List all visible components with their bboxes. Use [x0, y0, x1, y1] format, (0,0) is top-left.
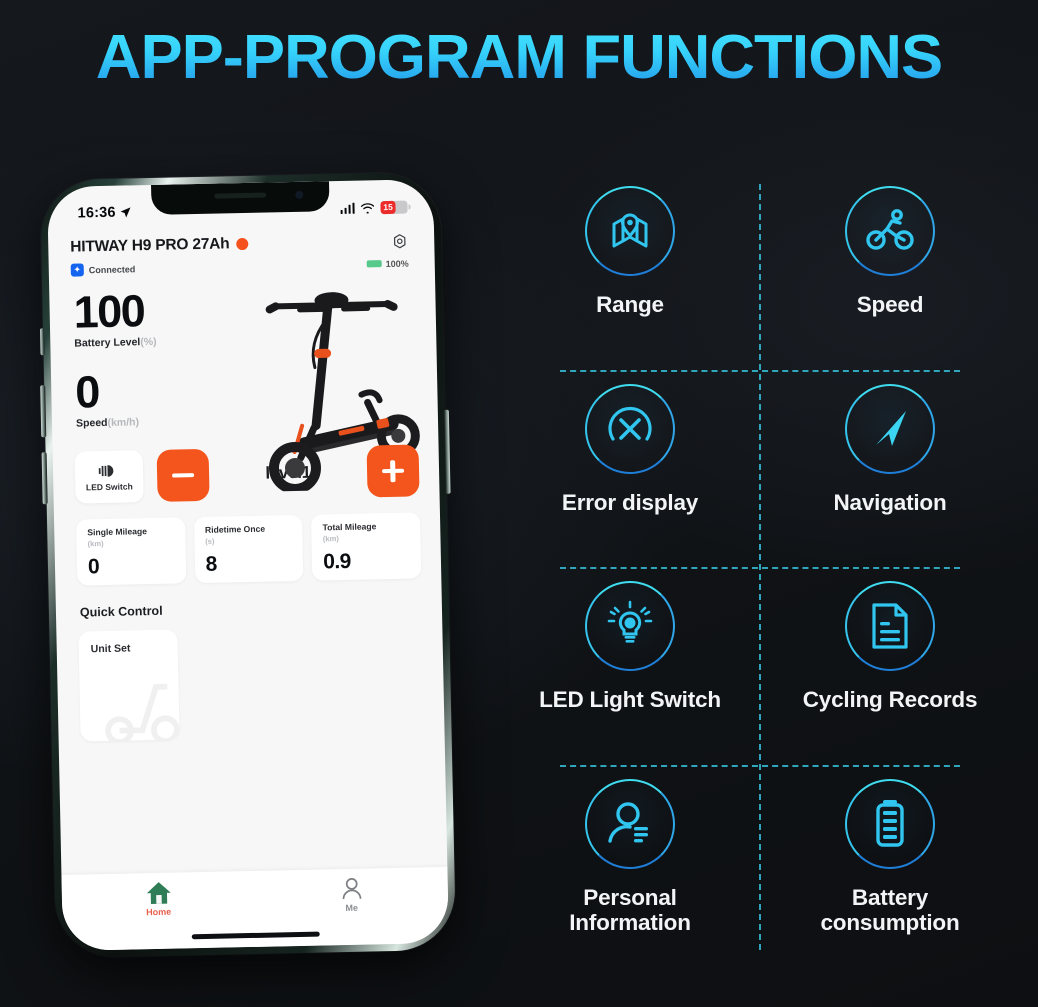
map-pin-icon	[585, 186, 675, 276]
speed-increase-button[interactable]	[366, 444, 420, 498]
feature-label: Cycling Records	[802, 687, 978, 712]
headlight-icon	[98, 464, 114, 477]
feature-label-line1: Battery	[851, 884, 929, 910]
metric-battery-unit: (%)	[140, 335, 157, 349]
phone-notch	[151, 181, 330, 215]
tab-home-label: Home	[146, 906, 172, 918]
status-bar-right: 15	[340, 200, 408, 214]
lightbulb-icon	[585, 581, 675, 671]
wifi-icon	[360, 202, 375, 214]
tab-home[interactable]: Home	[112, 880, 205, 918]
navigation-arrow-icon	[845, 383, 935, 474]
phone-mute-switch[interactable]	[39, 328, 45, 356]
stat-unit: (km)	[322, 534, 339, 544]
page-title: APP-PROGRAM FUNCTIONS	[0, 22, 1038, 93]
feature-label-line2: Information	[569, 909, 691, 935]
device-name: HITWAY H9 PRO 27Ah	[70, 235, 230, 256]
phone-volume-down-button[interactable]	[41, 452, 48, 505]
feature-label: LED Light Switch	[539, 687, 721, 712]
feature-label: Personal Information	[569, 885, 691, 935]
status-battery-icon: 15	[380, 200, 408, 214]
stat-title: Single Mileage	[87, 526, 148, 538]
unit-set-card[interactable]: Unit Set	[78, 629, 180, 742]
feature-label: Range	[596, 292, 664, 317]
earpiece-speaker	[214, 192, 267, 199]
phone-screen: 16:36 15 HITWAY H9 PRO 27Ah ✦ Connected …	[47, 179, 449, 951]
feature-label: Navigation	[833, 489, 947, 515]
device-name-row: HITWAY H9 PRO 27Ah	[70, 235, 249, 257]
person-icon	[342, 878, 361, 900]
feature-label: Speed	[856, 292, 924, 317]
metric-speed-unit: (km/h)	[107, 416, 140, 430]
scooter-battery-label: 100%	[385, 258, 409, 269]
document-icon	[845, 581, 935, 671]
stat-value: 8	[205, 552, 217, 576]
unit-set-label: Unit Set	[90, 642, 131, 656]
front-camera	[295, 190, 304, 199]
error-x-gauge-icon	[585, 383, 675, 474]
location-arrow-icon	[120, 207, 131, 218]
feature-cycling-records[interactable]: Cycling Records	[760, 567, 1020, 765]
led-switch-button[interactable]: LED Switch	[74, 450, 144, 504]
tab-me-label: Me	[345, 902, 359, 914]
feature-led-light-switch[interactable]: LED Light Switch	[500, 567, 760, 765]
metric-speed-label-text: Speed	[75, 417, 108, 430]
minus-icon	[172, 473, 195, 479]
feature-label: Error display	[561, 489, 699, 515]
led-switch-label: LED Switch	[85, 481, 133, 493]
status-bar-left: 16:36	[77, 204, 131, 221]
stat-title: Ridetime Once	[204, 523, 266, 536]
stat-card-total-mileage: Total Mileage (km) 0.9	[311, 512, 422, 581]
bottom-tab-bar: Home Me	[61, 866, 449, 951]
feature-speed[interactable]: Speed	[760, 172, 1020, 370]
feature-label-line1: Personal	[583, 884, 677, 910]
stat-unit: (km)	[87, 539, 104, 549]
scooter-battery-status: 100%	[366, 258, 409, 269]
scooter-watermark-icon	[105, 683, 180, 742]
stat-card-ridetime-once: Ridetime Once (s) 8	[193, 515, 304, 584]
tab-me[interactable]: Me	[305, 876, 398, 914]
stat-title: Total Mileage	[322, 521, 377, 533]
feature-battery-consumption[interactable]: Battery consumption	[760, 765, 1020, 963]
stat-value: 0.9	[323, 549, 351, 574]
stats-row: Single Mileage (km) 0 Ridetime Once (s) …	[54, 496, 442, 586]
stat-card-single-mileage: Single Mileage (km) 0	[76, 517, 187, 586]
cyclist-icon	[845, 186, 935, 276]
bluetooth-label: Connected	[88, 263, 136, 275]
battery-icon	[366, 260, 382, 268]
gear-icon[interactable]	[391, 232, 408, 249]
home-indicator[interactable]	[191, 931, 320, 940]
feature-personal-information[interactable]: Personal Information	[500, 765, 760, 963]
stat-unit: (s)	[205, 536, 215, 546]
phone-mockup: 16:36 15 HITWAY H9 PRO 27Ah ✦ Connected …	[39, 171, 457, 959]
stat-value: 0	[87, 555, 100, 579]
poster-root: APP-PROGRAM FUNCTIONS 16:36 15 HITWAY H9…	[0, 0, 1038, 1007]
phone-volume-up-button[interactable]	[40, 385, 47, 438]
feature-grid: Range Speed Error display Navigation LED…	[500, 172, 1020, 962]
speed-decrease-button[interactable]	[156, 448, 210, 503]
metric-battery-label-text: Battery Level	[74, 336, 141, 350]
feature-label-line2: consumption	[820, 909, 960, 935]
feature-label: Battery consumption	[820, 885, 959, 935]
plus-icon-vertical	[390, 460, 396, 483]
feature-range[interactable]: Range	[500, 172, 760, 370]
metrics-section: 100 Battery Level(%) 0 Speed(km/h)	[49, 269, 438, 493]
bluetooth-icon: ✦	[70, 263, 84, 277]
status-battery-level: 15	[380, 200, 396, 214]
feature-navigation[interactable]: Navigation	[760, 370, 1020, 568]
feature-error-display[interactable]: Error display	[500, 370, 760, 568]
status-dot-icon	[236, 237, 249, 251]
battery-icon	[845, 778, 935, 869]
person-info-icon	[585, 778, 675, 869]
phone-power-button[interactable]	[443, 409, 451, 494]
home-icon	[146, 882, 171, 904]
status-time: 16:36	[77, 204, 116, 222]
cellular-signal-icon	[340, 202, 355, 214]
